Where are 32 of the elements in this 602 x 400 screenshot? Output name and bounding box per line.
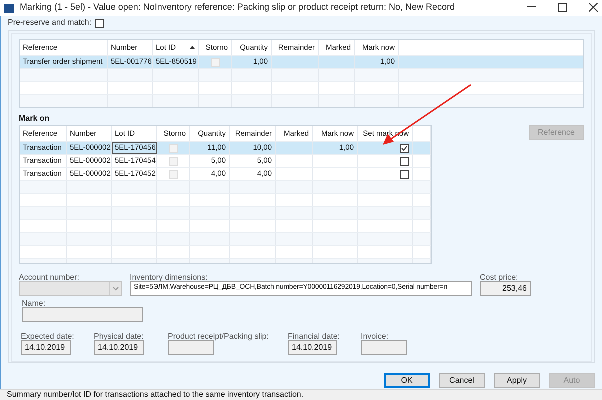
input-field[interactable] xyxy=(22,307,143,322)
dialog-button[interactable]: OK xyxy=(384,373,430,388)
field-label: Inventory dimensions: xyxy=(130,272,209,281)
window-title: Marking (1 - 5el) - Value open: NoInventory reference: Packing slip or product receipt return: No, New Record xyxy=(20,1,456,14)
input-field[interactable]: 14.10.2019 xyxy=(288,340,337,355)
field-label: Expected date: xyxy=(21,331,76,340)
field-label: Financial date: xyxy=(288,331,342,340)
input-field[interactable]: 253,46 xyxy=(480,281,531,296)
input-field[interactable] xyxy=(168,340,214,355)
field-label: Name: xyxy=(22,298,47,307)
field-label: Invoice: xyxy=(361,331,390,340)
app-icon xyxy=(4,4,14,12)
dialog-button[interactable]: Cancel xyxy=(439,373,485,388)
checkbox[interactable] xyxy=(94,18,104,28)
section-title: Mark on xyxy=(19,113,51,123)
checkbox[interactable] xyxy=(400,144,409,152)
checkbox[interactable] xyxy=(400,170,409,178)
input-field[interactable]: 14.10.2019 xyxy=(21,340,71,355)
dropdown-field[interactable] xyxy=(19,281,122,296)
status-text: Summary number/lot ID for transactions attached to the same inventory transaction. xyxy=(7,389,304,400)
field-label: Account number: xyxy=(19,272,80,281)
close-icon[interactable] xyxy=(589,3,598,12)
field-label: Physical date: xyxy=(94,331,145,340)
field-label: Cost price: xyxy=(480,272,520,281)
maximize-icon[interactable] xyxy=(558,3,567,12)
checkbox[interactable] xyxy=(400,156,409,166)
field-label: Product receipt/Packing slip: xyxy=(168,331,270,340)
input-field[interactable]: 14.10.2019 xyxy=(94,340,144,355)
input-field[interactable] xyxy=(361,340,407,355)
dialog-button[interactable]: Apply xyxy=(494,373,540,388)
pre-reserve-label: Pre-reserve and match: xyxy=(8,17,92,29)
chevron-down-icon xyxy=(112,286,118,290)
